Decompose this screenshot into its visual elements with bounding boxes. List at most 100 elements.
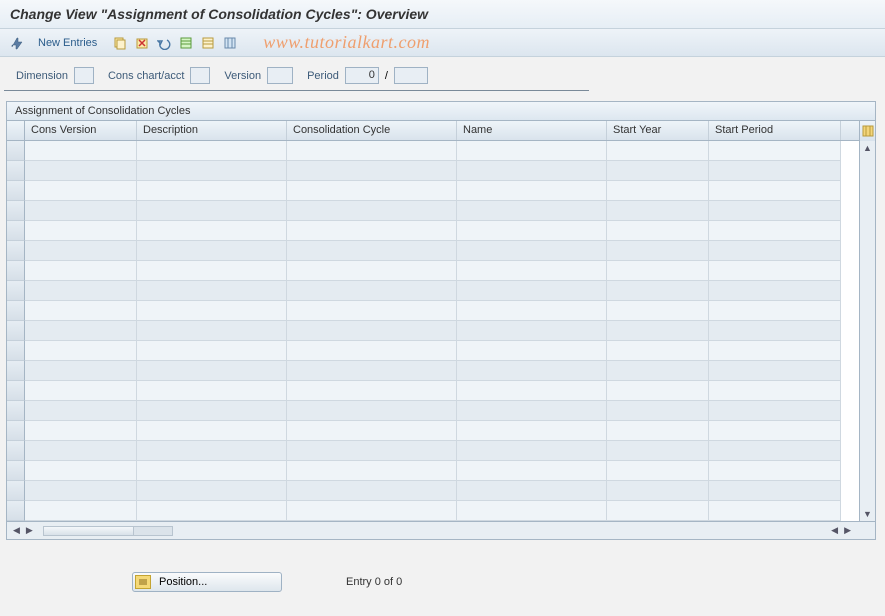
cell-description[interactable]: [137, 161, 287, 181]
period-input[interactable]: 0: [345, 67, 379, 84]
row-selector[interactable]: [7, 381, 25, 401]
table-row[interactable]: [7, 241, 859, 261]
cell-name[interactable]: [457, 441, 607, 461]
cell-start-period[interactable]: [709, 301, 841, 321]
cell-start-year[interactable]: [607, 481, 709, 501]
cell-cons-version[interactable]: [25, 421, 137, 441]
version-input[interactable]: [267, 67, 293, 84]
delete-icon[interactable]: [133, 34, 151, 52]
row-selector[interactable]: [7, 421, 25, 441]
cell-name[interactable]: [457, 201, 607, 221]
table-row[interactable]: [7, 441, 859, 461]
dimension-input[interactable]: [74, 67, 94, 84]
cell-cons-version[interactable]: [25, 201, 137, 221]
cell-name[interactable]: [457, 161, 607, 181]
cell-start-year[interactable]: [607, 201, 709, 221]
cell-cons-version[interactable]: [25, 221, 137, 241]
cell-name[interactable]: [457, 421, 607, 441]
table-row[interactable]: [7, 161, 859, 181]
cell-start-period[interactable]: [709, 421, 841, 441]
cell-consolidation-cycle[interactable]: [287, 441, 457, 461]
row-selector[interactable]: [7, 361, 25, 381]
position-button[interactable]: Position...: [132, 572, 282, 592]
cell-description[interactable]: [137, 321, 287, 341]
cell-start-period[interactable]: [709, 481, 841, 501]
cell-cons-version[interactable]: [25, 161, 137, 181]
cell-consolidation-cycle[interactable]: [287, 461, 457, 481]
cell-cons-version[interactable]: [25, 281, 137, 301]
cell-cons-version[interactable]: [25, 381, 137, 401]
cell-consolidation-cycle[interactable]: [287, 421, 457, 441]
cell-name[interactable]: [457, 341, 607, 361]
row-selector[interactable]: [7, 441, 25, 461]
cell-name[interactable]: [457, 281, 607, 301]
table-row[interactable]: [7, 301, 859, 321]
cell-consolidation-cycle[interactable]: [287, 401, 457, 421]
cell-start-year[interactable]: [607, 181, 709, 201]
cell-name[interactable]: [457, 381, 607, 401]
cell-cons-version[interactable]: [25, 461, 137, 481]
cell-name[interactable]: [457, 461, 607, 481]
col-name[interactable]: Name: [457, 121, 607, 140]
cell-start-year[interactable]: [607, 161, 709, 181]
cell-cons-version[interactable]: [25, 401, 137, 421]
cell-consolidation-cycle[interactable]: [287, 481, 457, 501]
toggle-display-icon[interactable]: [8, 34, 26, 52]
table-row[interactable]: [7, 481, 859, 501]
col-start-year[interactable]: Start Year: [607, 121, 709, 140]
cell-start-period[interactable]: [709, 461, 841, 481]
cell-name[interactable]: [457, 301, 607, 321]
cell-start-period[interactable]: [709, 261, 841, 281]
row-selector[interactable]: [7, 481, 25, 501]
cell-consolidation-cycle[interactable]: [287, 501, 457, 521]
cell-consolidation-cycle[interactable]: [287, 281, 457, 301]
cell-description[interactable]: [137, 401, 287, 421]
cell-start-period[interactable]: [709, 321, 841, 341]
row-selector[interactable]: [7, 221, 25, 241]
cell-start-year[interactable]: [607, 421, 709, 441]
scroll-left-icon[interactable]: ◀: [11, 525, 22, 536]
cell-consolidation-cycle[interactable]: [287, 161, 457, 181]
cell-cons-version[interactable]: [25, 181, 137, 201]
cell-start-period[interactable]: [709, 441, 841, 461]
scroll-right-icon[interactable]: ▶: [842, 525, 853, 536]
cell-name[interactable]: [457, 181, 607, 201]
scroll-right-step-icon[interactable]: ▶: [24, 525, 35, 536]
cell-description[interactable]: [137, 301, 287, 321]
select-all-icon[interactable]: [177, 34, 195, 52]
cell-description[interactable]: [137, 361, 287, 381]
cell-cons-version[interactable]: [25, 501, 137, 521]
cell-description[interactable]: [137, 481, 287, 501]
row-selector[interactable]: [7, 401, 25, 421]
cell-start-period[interactable]: [709, 501, 841, 521]
cell-start-period[interactable]: [709, 181, 841, 201]
table-row[interactable]: [7, 221, 859, 241]
col-cons-version[interactable]: Cons Version: [25, 121, 137, 140]
cell-name[interactable]: [457, 241, 607, 261]
cell-description[interactable]: [137, 261, 287, 281]
table-row[interactable]: [7, 181, 859, 201]
cell-consolidation-cycle[interactable]: [287, 141, 457, 161]
horizontal-scrollbar[interactable]: ◀ ▶ ◀ ▶: [7, 521, 875, 539]
row-selector[interactable]: [7, 201, 25, 221]
row-selector[interactable]: [7, 241, 25, 261]
cell-consolidation-cycle[interactable]: [287, 341, 457, 361]
hscroll-track[interactable]: [43, 526, 173, 536]
cell-name[interactable]: [457, 221, 607, 241]
copy-icon[interactable]: [111, 34, 129, 52]
cell-consolidation-cycle[interactable]: [287, 301, 457, 321]
cell-start-year[interactable]: [607, 441, 709, 461]
cell-name[interactable]: [457, 501, 607, 521]
table-row[interactable]: [7, 321, 859, 341]
cell-consolidation-cycle[interactable]: [287, 321, 457, 341]
cell-start-year[interactable]: [607, 361, 709, 381]
col-description[interactable]: Description: [137, 121, 287, 140]
cell-description[interactable]: [137, 441, 287, 461]
cell-consolidation-cycle[interactable]: [287, 261, 457, 281]
cell-cons-version[interactable]: [25, 321, 137, 341]
scroll-up-icon[interactable]: ▲: [863, 143, 872, 153]
row-selector[interactable]: [7, 301, 25, 321]
cell-start-year[interactable]: [607, 281, 709, 301]
table-row[interactable]: [7, 381, 859, 401]
cell-start-period[interactable]: [709, 381, 841, 401]
